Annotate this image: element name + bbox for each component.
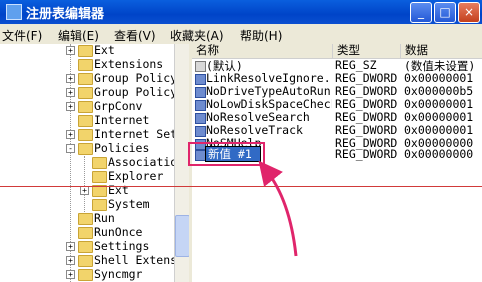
annotation-arrow-icon	[258, 160, 298, 257]
